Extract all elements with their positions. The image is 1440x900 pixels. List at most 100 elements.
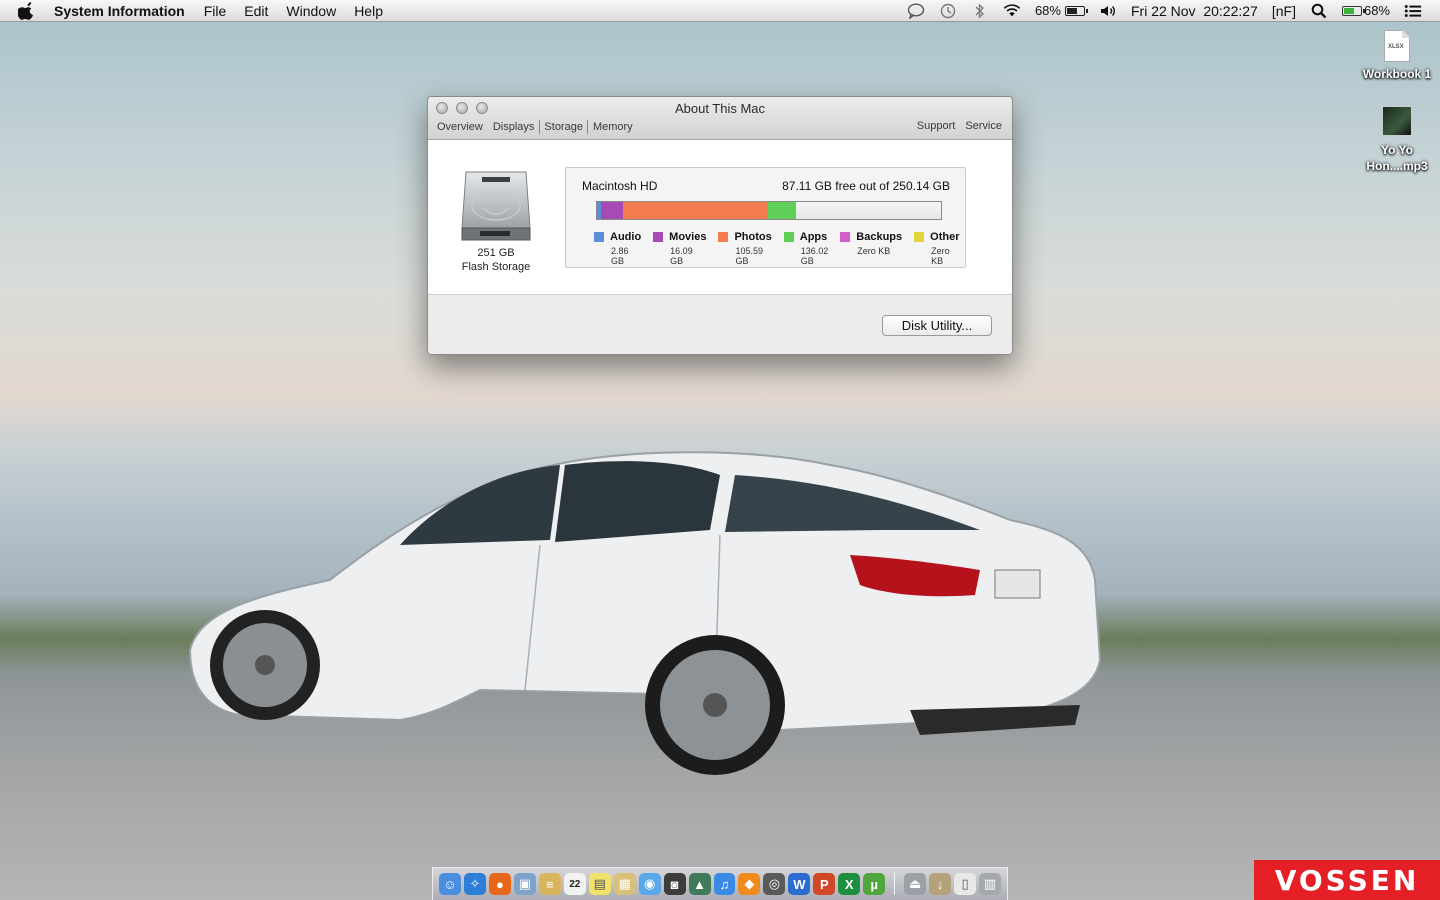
downloads-icon[interactable]: ↓ xyxy=(929,873,952,895)
volume-free-space: 87.11 GB free out of 250.14 GB xyxy=(782,179,950,193)
legend-label: Movies xyxy=(669,231,707,243)
messages-icon[interactable]: ◉ xyxy=(638,873,661,895)
battery-level-fill-2 xyxy=(1343,7,1355,14)
legend-swatch xyxy=(718,232,729,242)
battery-status-2[interactable]: 68% xyxy=(1341,3,1390,18)
disk-utility-button[interactable]: Disk Utility... xyxy=(882,315,992,336)
trash-icon[interactable]: ▥ xyxy=(979,873,1001,895)
legend-item-other: Other Zero KB xyxy=(914,231,959,266)
apple-menu-icon[interactable] xyxy=(18,1,36,20)
menu-file[interactable]: File xyxy=(204,3,227,19)
legend-label: Photos xyxy=(734,231,772,243)
tab-overview[interactable]: Overview xyxy=(437,120,488,134)
battery-level-fill xyxy=(1066,7,1078,14)
volume-icon[interactable] xyxy=(1099,3,1117,19)
speech-bubble-icon[interactable] xyxy=(907,2,925,19)
tab-displays[interactable]: Displays xyxy=(488,120,540,134)
window-title: About This Mac xyxy=(674,101,766,116)
calendar-icon[interactable]: 22 xyxy=(563,873,586,895)
legend-label: Audio xyxy=(610,231,642,243)
legend-item-photos: Photos 105.59 GB xyxy=(718,231,772,266)
battery-status[interactable]: 68% xyxy=(1034,3,1088,18)
documents-icon[interactable]: ▯ xyxy=(954,873,977,895)
photos-icon[interactable]: ▦ xyxy=(613,873,636,895)
legend-swatch xyxy=(594,232,604,242)
legend-swatch xyxy=(653,232,664,242)
facetime-icon[interactable]: ◙ xyxy=(663,873,686,895)
legend-size: Zero KB xyxy=(857,246,891,256)
support-link[interactable]: Support xyxy=(917,120,956,132)
stickies-icon[interactable]: ▤ xyxy=(588,873,611,895)
legend-swatch xyxy=(914,232,925,242)
desktop-file-workbook[interactable]: XLSX Workbook 1 xyxy=(1359,30,1435,82)
battery-percent-2: 68% xyxy=(1363,3,1390,18)
volume-name: Macintosh HD xyxy=(582,179,658,193)
legend-label: Apps xyxy=(799,231,828,243)
itunes-icon[interactable]: ♫ xyxy=(713,873,736,895)
legend-item-backups: Backups Zero KB xyxy=(840,231,902,266)
app-menu[interactable]: System Information xyxy=(54,3,185,19)
storage-legend: Audio 2.86 GB Movies 16.09 GB Photos 105.59 G… xyxy=(594,231,971,266)
finder-icon[interactable]: ☺ xyxy=(439,873,461,895)
service-link[interactable]: Service xyxy=(965,120,1002,132)
status-area: 68% Fri 22 Nov 20:22:27 [nF] 68% xyxy=(907,3,1440,19)
legend-label: Other xyxy=(930,231,960,243)
utorrent-icon[interactable]: µ xyxy=(863,873,886,895)
legend-size: 2.86 GB xyxy=(611,246,629,266)
drive-type: Flash Storage xyxy=(461,261,531,273)
wifi-icon[interactable] xyxy=(1003,3,1021,19)
iphoto-icon[interactable]: ▲ xyxy=(688,873,711,895)
desktop-file-label: Yo Yo Hon....mp3 xyxy=(1366,143,1428,173)
legend-item-audio: Audio 2.86 GB xyxy=(594,231,641,266)
dock: ☺ ✧ ● ▣ ≡ 22 ▤ ▦ ◉ ◙ ▲ ♫ ◆ ◎ W P Xµ ⏏ ↓ ▯ ▥ xyxy=(432,867,1008,900)
menu-help[interactable]: Help xyxy=(354,3,383,19)
preview-icon[interactable]: ▣ xyxy=(513,873,536,895)
storage-usage-bar xyxy=(596,201,942,220)
window-titlebar[interactable]: About This Mac Overview Displays Storage… xyxy=(428,97,1012,140)
battery-percent: 68% xyxy=(1034,3,1061,18)
hard-drive-icon xyxy=(461,171,531,241)
usage-segment-photos xyxy=(623,202,769,219)
volume-storage-box: Macintosh HD 87.11 GB free out of 250.14… xyxy=(565,167,966,268)
bluetooth-icon[interactable] xyxy=(971,3,989,19)
legend-size: 136.02 GB xyxy=(800,246,829,266)
desktop-file-mp3[interactable]: Yo Yo Hon....mp3 xyxy=(1359,106,1435,174)
help-links: Support Service xyxy=(917,120,1002,132)
legend-swatch xyxy=(840,232,851,242)
legend-size: 105.59 GB xyxy=(735,246,763,266)
input-source[interactable]: [nF] xyxy=(1272,3,1296,19)
notification-center-icon[interactable] xyxy=(1404,3,1422,19)
audio-file-icon xyxy=(1382,106,1412,136)
legend-size: 16.09 GB xyxy=(670,246,693,266)
clock[interactable]: Fri 22 Nov 20:22:27 xyxy=(1131,3,1258,19)
notes-icon[interactable]: ≡ xyxy=(538,873,561,895)
vossen-logo: VOSSEN xyxy=(1254,860,1440,900)
drive-label: 251 GB Flash Storage xyxy=(446,246,546,274)
time-machine-icon[interactable] xyxy=(939,3,957,19)
legend-item-movies: Movies 16.09 GB xyxy=(653,231,706,266)
legend-swatch xyxy=(783,232,794,242)
excel-icon[interactable]: X xyxy=(838,873,861,895)
spotlight-search-icon[interactable] xyxy=(1310,3,1328,19)
word-icon[interactable]: W xyxy=(788,873,811,895)
spreadsheet-file-icon: XLSX xyxy=(1384,30,1410,62)
activity-icon[interactable]: ◎ xyxy=(763,873,786,895)
storage-panel: 251 GB Flash Storage Macintosh HD 87.11 … xyxy=(428,140,1012,295)
tab-bar: Overview Displays Storage Memory xyxy=(437,120,638,134)
menu-window[interactable]: Window xyxy=(286,3,336,19)
usb-icon[interactable]: ⏏ xyxy=(904,873,927,895)
firefox-icon[interactable]: ● xyxy=(488,873,511,895)
menu-edit[interactable]: Edit xyxy=(244,3,268,19)
legend-item-apps: Apps 136.02 GB xyxy=(783,231,829,266)
legend-label: Backups xyxy=(856,231,903,243)
tab-storage[interactable]: Storage xyxy=(539,120,588,134)
powerpoint-icon[interactable]: P xyxy=(813,873,836,895)
about-this-mac-window: About This Mac Overview Displays Storage… xyxy=(427,96,1013,355)
menu-bar: System Information File Edit Window Help… xyxy=(0,0,1440,22)
vlc-icon[interactable]: ◆ xyxy=(738,873,761,895)
drive-size: 251 GB xyxy=(477,247,515,259)
battery-green-icon xyxy=(1341,5,1365,16)
legend-size: Zero KB xyxy=(931,246,950,266)
tab-memory[interactable]: Memory xyxy=(588,120,638,134)
safari-icon[interactable]: ✧ xyxy=(463,873,486,895)
